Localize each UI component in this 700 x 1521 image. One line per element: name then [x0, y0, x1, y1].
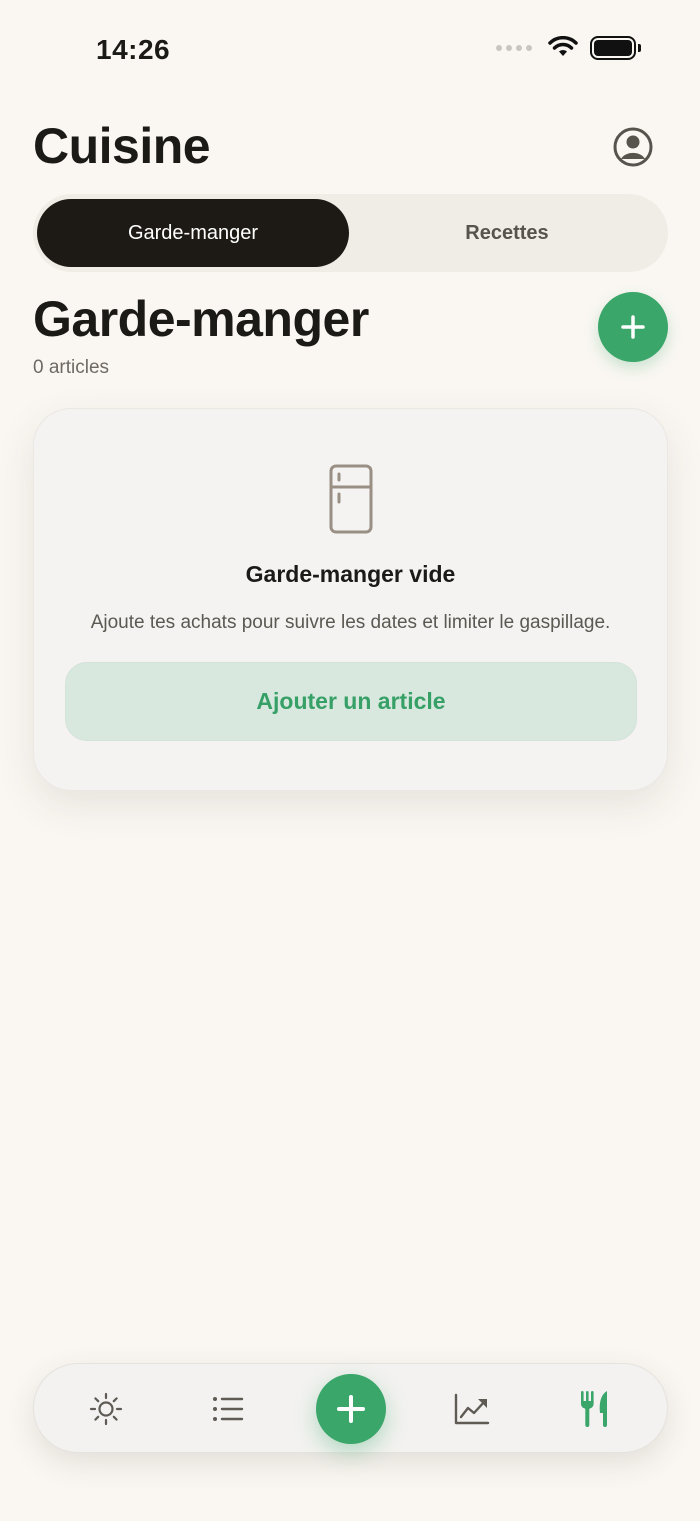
- tab-garde-manger[interactable]: Garde-manger: [37, 199, 349, 267]
- profile-button[interactable]: [612, 126, 654, 168]
- battery-icon: [590, 36, 641, 60]
- status-indicators: [496, 36, 641, 60]
- nav-item-stats[interactable]: [432, 1364, 512, 1454]
- segmented-control: Garde-manger Recettes: [33, 194, 668, 272]
- person-circle-icon: [613, 127, 653, 167]
- nav-item-list[interactable]: [188, 1364, 268, 1454]
- fork-knife-icon: [580, 1391, 607, 1427]
- list-icon: [213, 1397, 244, 1421]
- sun-icon: [89, 1392, 123, 1426]
- nav-add-button[interactable]: [316, 1374, 386, 1444]
- nav-item-today[interactable]: [66, 1364, 146, 1454]
- wifi-icon: [548, 36, 578, 56]
- chart-trend-icon: [454, 1393, 490, 1425]
- page-title: Cuisine: [33, 118, 211, 174]
- nav-item-kitchen[interactable]: [554, 1364, 634, 1454]
- fridge-icon: [329, 464, 373, 534]
- plus-icon: [621, 315, 645, 339]
- status-time: 14:26: [96, 34, 171, 65]
- bottom-nav: [33, 1363, 668, 1453]
- section-title: Garde-manger: [33, 291, 369, 347]
- add-item-button[interactable]: [598, 292, 668, 362]
- empty-state-title: Garde-manger vide: [245, 561, 456, 587]
- kitchen-screen: 14:26 Cuisine Garde-manger Recettes Gard…: [0, 0, 700, 1521]
- add-article-button[interactable]: Ajouter un article: [65, 662, 637, 741]
- plus-icon: [337, 1395, 365, 1423]
- empty-state-card: Garde-manger vide Ajoute tes achats pour…: [33, 408, 668, 791]
- empty-state-description: Ajoute tes achats pour suivre les dates …: [90, 612, 611, 633]
- cellular-signal-icon: [496, 45, 532, 51]
- item-count: 0 articles: [33, 357, 110, 378]
- tab-recettes[interactable]: Recettes: [351, 199, 663, 267]
